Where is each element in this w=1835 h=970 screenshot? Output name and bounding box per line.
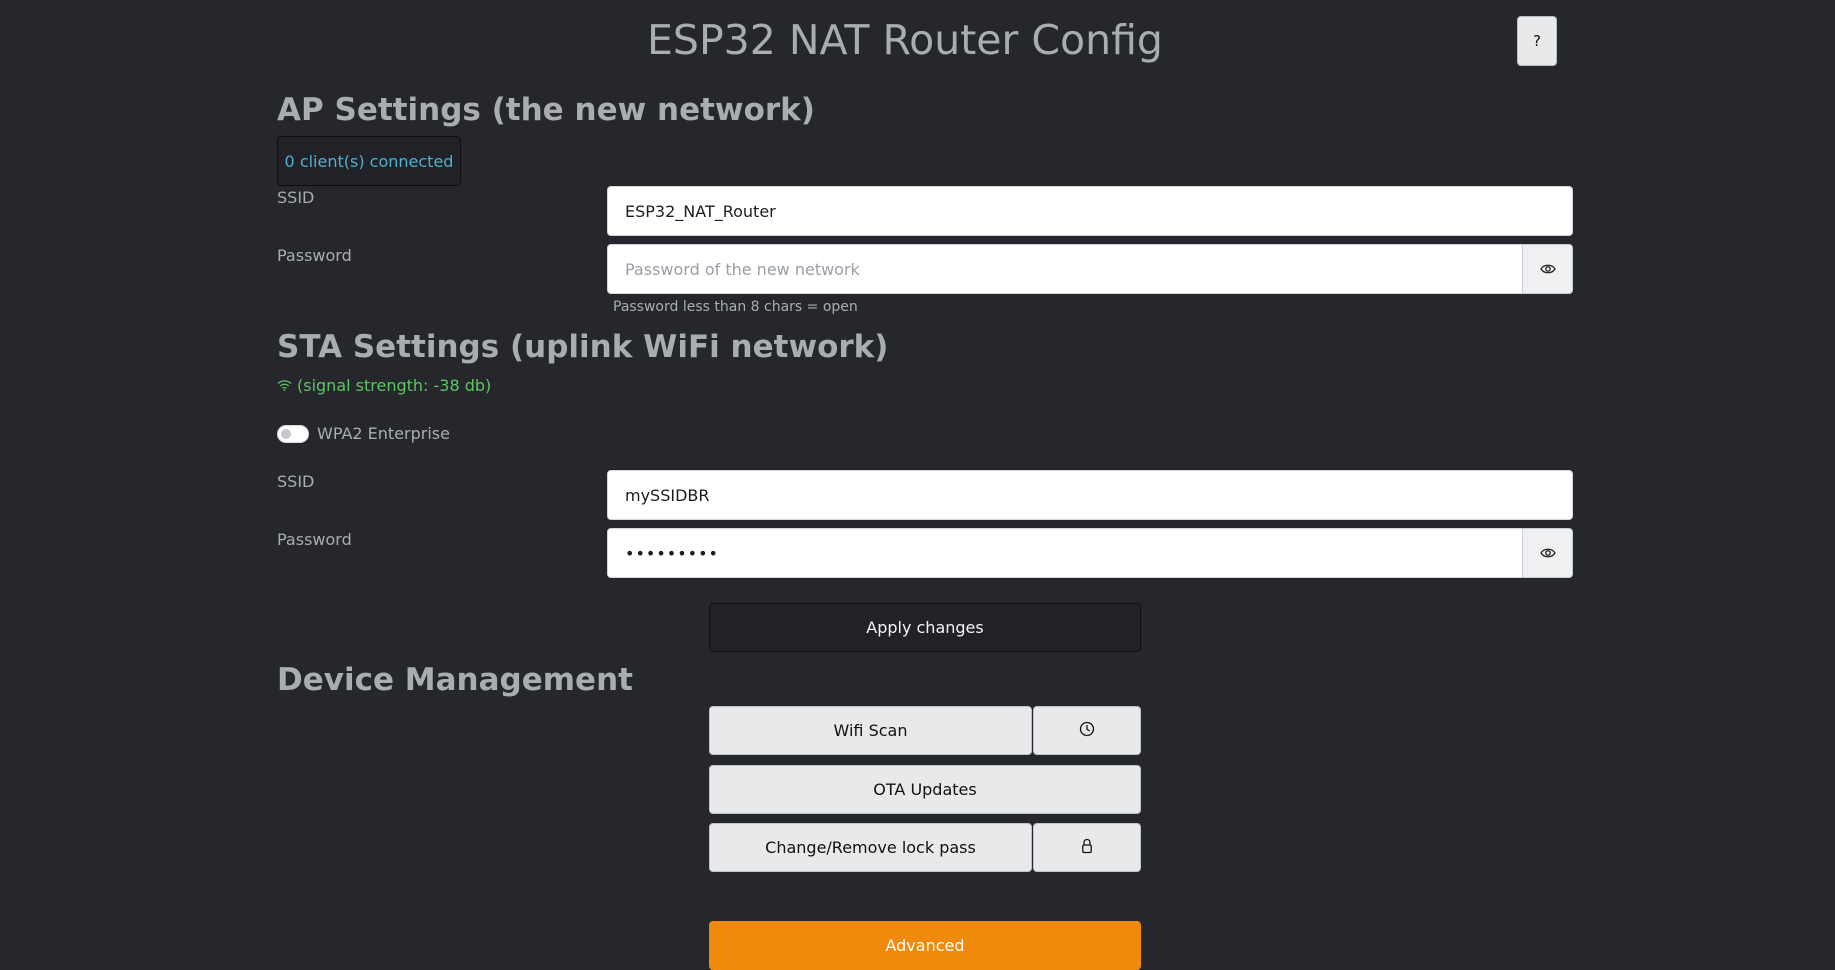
sta-password-input[interactable]: ••••••••• (607, 528, 1523, 578)
ap-password-input[interactable]: Password of the new network (607, 244, 1523, 294)
lock-button[interactable] (1033, 823, 1141, 872)
wpa2-enterprise-toggle[interactable] (277, 425, 309, 443)
ap-ssid-label: SSID (277, 188, 315, 207)
advanced-button[interactable]: Advanced (709, 921, 1141, 970)
sta-ssid-label: SSID (277, 472, 315, 491)
change-lock-pass-button[interactable]: Change/Remove lock pass (709, 823, 1032, 872)
sta-settings-heading: STA Settings (uplink WiFi network) (277, 329, 889, 365)
page: ESP32 NAT Router Config ? AP Settings (t… (0, 0, 1835, 970)
wifi-scan-button[interactable]: Wifi Scan (709, 706, 1032, 755)
device-management-heading: Device Management (277, 662, 633, 698)
sta-password-label: Password (277, 530, 352, 549)
apply-changes-button[interactable]: Apply changes (709, 603, 1141, 652)
ap-password-hint: Password less than 8 chars = open (613, 299, 858, 315)
eye-icon (1539, 260, 1556, 279)
ota-updates-button[interactable]: OTA Updates (709, 765, 1141, 814)
clock-icon (1079, 721, 1095, 741)
ap-password-toggle-button[interactable] (1522, 244, 1573, 294)
help-button[interactable]: ? (1517, 16, 1557, 66)
ap-password-label: Password (277, 246, 352, 265)
toggle-knob (281, 429, 291, 439)
lock-icon (1080, 838, 1094, 858)
eye-icon (1539, 544, 1556, 563)
signal-strength-text: (signal strength: -38 db) (297, 376, 492, 395)
clients-connected-badge: 0 client(s) connected (277, 136, 461, 186)
wifi-icon (277, 376, 292, 395)
signal-strength: (signal strength: -38 db) (277, 376, 491, 395)
ap-ssid-input[interactable]: ESP32_NAT_Router (607, 186, 1573, 236)
scan-history-button[interactable] (1033, 706, 1141, 755)
sta-password-toggle-button[interactable] (1522, 528, 1573, 578)
sta-ssid-input[interactable]: mySSIDBR (607, 470, 1573, 520)
ap-settings-heading: AP Settings (the new network) (277, 92, 815, 128)
wpa2-enterprise-label: WPA2 Enterprise (317, 424, 450, 443)
